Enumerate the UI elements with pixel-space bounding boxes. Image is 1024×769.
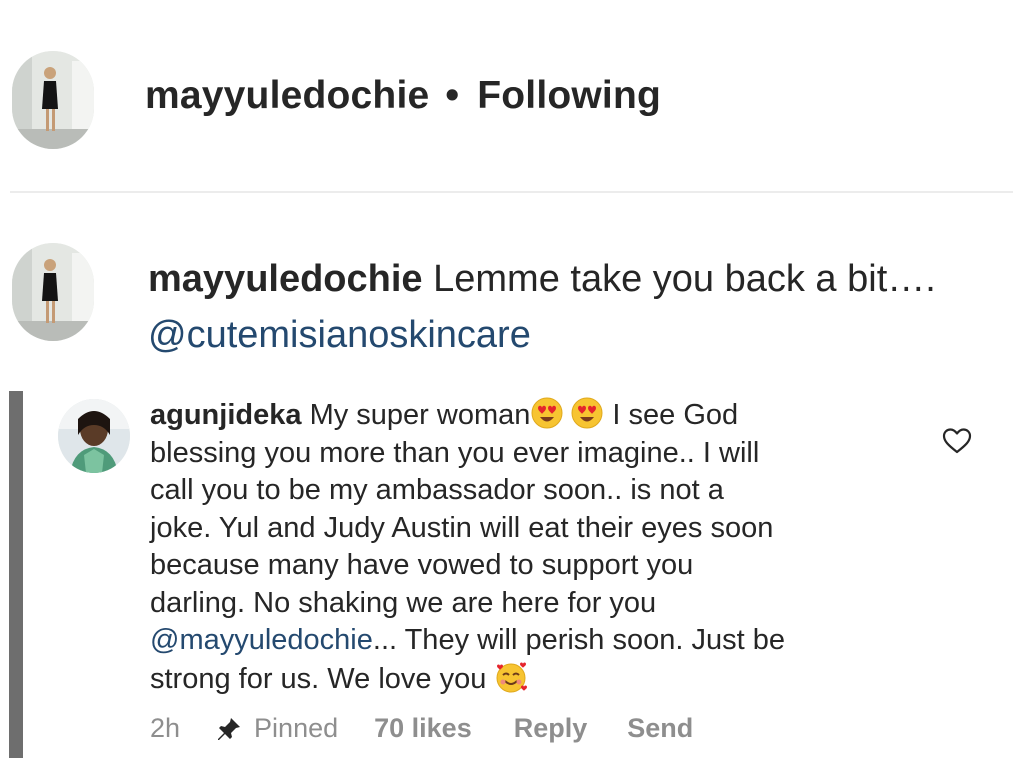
comment-meta: 2h Pinned 70 likes Reply Send <box>150 713 693 744</box>
heart-outline-icon <box>942 428 972 454</box>
pinned-thread-indicator <box>9 391 23 758</box>
send-button[interactable]: Send <box>627 713 693 744</box>
heart-eyes-emoji <box>530 396 564 430</box>
comment-avatar[interactable] <box>58 399 130 473</box>
caption-mention[interactable]: @cutemisianoskincare <box>148 314 531 356</box>
header-divider <box>10 191 1013 193</box>
comment-body: agunjideka My super woman I see God bles… <box>150 396 910 698</box>
like-comment-button[interactable] <box>942 427 972 455</box>
comment-line-1: My super woman <box>309 399 531 431</box>
comment-line-5: because many have vowed to support you <box>150 549 694 581</box>
comment-mention[interactable]: @mayyuledochie <box>150 624 373 656</box>
comment-line-1-tail: I see God <box>604 399 739 431</box>
header-title: mayyuledochie • Following <box>145 74 661 118</box>
comment-line-2: blessing you more than you ever imagine.… <box>150 436 760 469</box>
pin-icon <box>214 714 244 744</box>
header-separator: • <box>445 74 460 117</box>
comment-line-8: strong for us. We love you <box>150 662 487 695</box>
comment-timestamp: 2h <box>150 713 181 743</box>
comment-line-7: ... They will perish soon. Just be <box>372 624 785 656</box>
heart-eyes-emoji <box>570 396 604 430</box>
header-username[interactable]: mayyuledochie <box>145 74 429 117</box>
header-avatar[interactable] <box>12 51 94 149</box>
comment-line-3: call you to be my ambassador soon.. is n… <box>150 474 724 506</box>
caption-avatar[interactable] <box>12 243 94 341</box>
profile-photo-icon <box>12 243 94 341</box>
comment-line-6: darling. No shaking we are here for you <box>150 586 657 619</box>
post-caption: mayyuledochie Lemme take you back a bit…… <box>148 251 1024 363</box>
profile-photo-icon <box>12 51 94 149</box>
comment-username[interactable]: agunjideka <box>150 399 302 431</box>
comment-line-4: joke. Yul and Judy Austin will eat their… <box>150 511 774 544</box>
profile-photo-icon <box>58 399 130 473</box>
likes-count[interactable]: 70 likes <box>374 713 472 744</box>
pinned-label: Pinned <box>254 713 339 743</box>
caption-text: Lemme take you back a bit…. <box>433 258 936 300</box>
reply-button[interactable]: Reply <box>514 713 588 744</box>
caption-username[interactable]: mayyuledochie <box>148 258 423 300</box>
smiling-face-with-hearts-emoji <box>494 660 528 694</box>
following-button[interactable]: Following <box>477 74 661 117</box>
